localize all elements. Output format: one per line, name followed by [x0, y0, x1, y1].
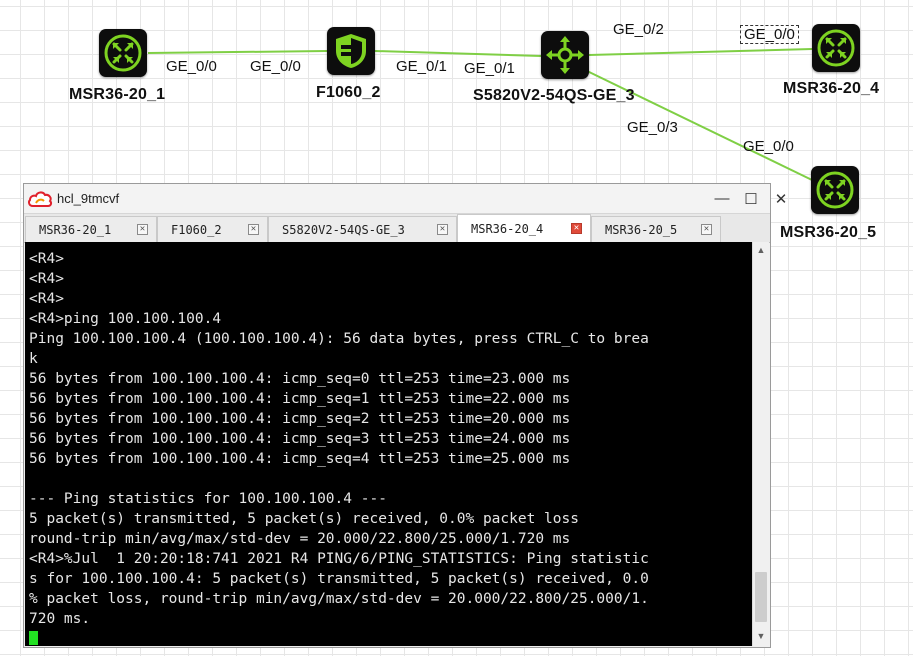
scroll-down-icon[interactable]: ▼ [753, 628, 769, 644]
tab-msr36-20-4[interactable]: MSR36-20_4 ✕ [457, 214, 591, 242]
terminal-line: 56 bytes from 100.100.100.4: icmp_seq=2 … [29, 411, 571, 427]
terminal-line: s for 100.100.100.4: 5 packet(s) transmi… [29, 571, 649, 587]
switch-arrows-icon[interactable] [541, 31, 589, 79]
tab-msr36-20-5[interactable]: MSR36-20_5 ✕ [591, 216, 721, 242]
terminal-window: hcl_9tmcvf — ☐ ✕ MSR36-20_1 ✕ F1060_2 ✕ … [23, 183, 787, 648]
terminal-line: <R4>%Jul 1 20:20:18:741 2021 R4 PING/6/P… [29, 551, 649, 567]
firewall-shield-icon[interactable] [327, 27, 375, 75]
tab-bar: MSR36-20_1 ✕ F1060_2 ✕ S5820V2-54QS-GE_3… [24, 214, 770, 243]
device-label-msr36-20-4: MSR36-20_4 [783, 80, 880, 97]
device-label-s5820v2: S5820V2-54QS-GE_3 [473, 87, 635, 104]
router-icon[interactable] [99, 29, 147, 77]
link-s5820-msr4[interactable] [588, 48, 813, 56]
close-icon[interactable]: ✕ [766, 184, 796, 213]
terminal-line: --- Ping statistics for 100.100.100.4 --… [29, 491, 387, 507]
device-label-msr36-20-5: MSR36-20_5 [780, 224, 877, 241]
terminal-console[interactable]: <R4> <R4> <R4> <R4>ping 100.100.100.4 Pi… [25, 242, 752, 646]
terminal-line: 5 packet(s) transmitted, 5 packet(s) rec… [29, 511, 579, 527]
port-label: GE_0/3 [627, 119, 678, 136]
port-label: GE_0/1 [396, 58, 447, 75]
tab-close-icon[interactable]: ✕ [571, 223, 582, 234]
tab-close-icon[interactable]: ✕ [248, 224, 259, 235]
terminal-line: k [29, 351, 38, 367]
terminal-line: 56 bytes from 100.100.100.4: icmp_seq=4 … [29, 451, 571, 467]
tab-label: MSR36-20_1 [39, 222, 112, 237]
terminal-line: Ping 100.100.100.4 (100.100.100.4): 56 d… [29, 331, 649, 347]
tab-close-icon[interactable]: ✕ [137, 224, 148, 235]
terminal-line: 720 ms. [29, 611, 91, 627]
terminal-line: <R4> [29, 251, 64, 267]
terminal-line: 56 bytes from 100.100.100.4: icmp_seq=3 … [29, 431, 571, 447]
tab-close-icon[interactable]: ✕ [701, 224, 712, 235]
scroll-up-icon[interactable]: ▲ [753, 242, 769, 258]
cloud-logo-icon [28, 191, 53, 207]
minimize-icon[interactable]: — [707, 184, 737, 213]
link-msr1-f1060[interactable] [147, 50, 328, 54]
port-label: GE_0/2 [613, 21, 664, 38]
router-icon[interactable] [812, 24, 860, 72]
terminal-line: 56 bytes from 100.100.100.4: icmp_seq=0 … [29, 371, 571, 387]
port-label: GE_0/1 [464, 60, 515, 77]
tab-label: S5820V2-54QS-GE_3 [282, 222, 405, 237]
router-icon[interactable] [811, 166, 859, 214]
device-label-f1060-2: F1060_2 [316, 84, 381, 101]
device-label-msr36-20-1: MSR36-20_1 [69, 86, 166, 103]
terminal-line: <R4>ping 100.100.100.4 [29, 311, 222, 327]
tab-label: MSR36-20_5 [605, 222, 678, 237]
link-f1060-s5820[interactable] [374, 50, 542, 57]
port-label: GE_0/0 [166, 58, 217, 75]
terminal-line: round-trip min/avg/max/std-dev = 20.000/… [29, 531, 571, 547]
terminal-line: 56 bytes from 100.100.100.4: icmp_seq=1 … [29, 391, 571, 407]
title-bar[interactable]: hcl_9tmcvf — ☐ ✕ [24, 184, 787, 214]
port-label: GE_0/0 [250, 58, 301, 75]
maximize-icon[interactable]: ☐ [736, 184, 766, 213]
vertical-scrollbar[interactable]: ▲ ▼ [752, 242, 769, 646]
port-label-selected[interactable]: GE_0/0 [740, 25, 799, 44]
window-title: hcl_9tmcvf [57, 191, 120, 206]
scrollbar-thumb[interactable] [755, 572, 767, 622]
tab-f1060-2[interactable]: F1060_2 ✕ [157, 216, 268, 242]
terminal-output: <R4> <R4> <R4> <R4>ping 100.100.100.4 Pi… [25, 242, 752, 646]
tab-close-icon[interactable]: ✕ [437, 224, 448, 235]
terminal-line: <R4> [29, 291, 64, 307]
terminal-cursor [29, 631, 38, 645]
tab-s5820v2[interactable]: S5820V2-54QS-GE_3 ✕ [268, 216, 457, 242]
tab-msr36-20-1[interactable]: MSR36-20_1 ✕ [25, 216, 157, 242]
port-label: GE_0/0 [743, 138, 794, 155]
terminal-line: % packet loss, round-trip min/avg/max/st… [29, 591, 649, 607]
terminal-line: <R4> [29, 271, 64, 287]
tab-label: F1060_2 [171, 222, 222, 237]
tab-label: MSR36-20_4 [471, 221, 544, 236]
